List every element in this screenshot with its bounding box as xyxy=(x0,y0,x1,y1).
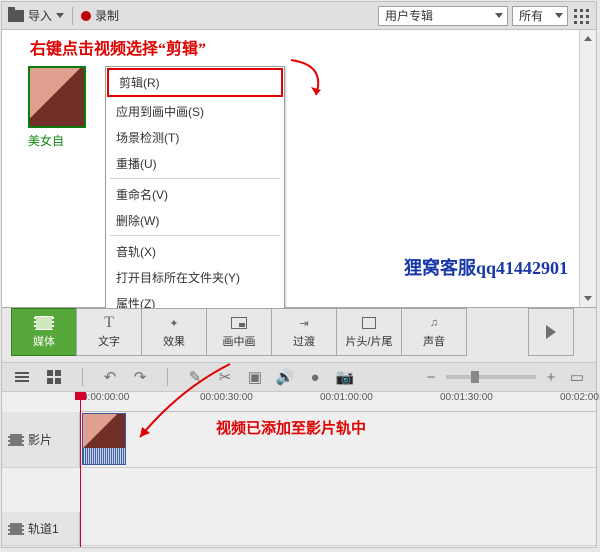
category-tabs: 媒体 T文字 ✦效果 画中画 ⇥过渡 片头/片尾 ♫声音 xyxy=(11,308,466,356)
chevron-down-icon[interactable] xyxy=(56,13,64,18)
annotation-text-1: 右键点击视频选择“剪辑” xyxy=(30,35,206,59)
ctx-pip[interactable]: 应用到画中画(S) xyxy=(106,98,284,124)
record-icon xyxy=(81,11,91,21)
scroll-down-icon[interactable] xyxy=(580,290,596,307)
thumbnail-label: 美女自 xyxy=(28,132,64,149)
ctx-edit[interactable]: 剪辑(R) xyxy=(107,68,283,97)
undo-icon[interactable]: ↶ xyxy=(99,368,121,386)
separator xyxy=(72,7,73,25)
record-label[interactable]: 录制 xyxy=(95,7,119,24)
import-label[interactable]: 导入 xyxy=(28,7,52,24)
record-icon[interactable]: ● xyxy=(304,369,326,386)
film-icon xyxy=(8,434,24,446)
volume-icon[interactable]: 🔊 xyxy=(274,368,296,386)
filter-dropdown-value: 所有 xyxy=(519,7,543,24)
tab-sound[interactable]: ♫声音 xyxy=(401,308,467,356)
playhead[interactable] xyxy=(80,392,81,547)
ctx-audio[interactable]: 音轨(X) xyxy=(106,238,284,264)
time-tick: 0:00:00:00 xyxy=(82,392,129,403)
watermark-text: 狸窝客服qq41442901 xyxy=(404,254,568,280)
grid-view-icon[interactable] xyxy=(572,7,590,25)
top-toolbar: 导入 录制 用户专辑 所有 xyxy=(2,2,596,30)
ctx-open-folder[interactable]: 打开目标所在文件夹(Y) xyxy=(106,264,284,290)
tab-intro[interactable]: 片头/片尾 xyxy=(336,308,402,356)
tab-media[interactable]: 媒体 xyxy=(11,308,77,356)
track-header-video[interactable]: 影片 xyxy=(2,412,80,467)
crop-icon[interactable]: ▣ xyxy=(244,368,266,386)
album-dropdown-value: 用户专辑 xyxy=(385,7,433,24)
tab-transition[interactable]: ⇥过渡 xyxy=(271,308,337,356)
tab-pip[interactable]: 画中画 xyxy=(206,308,272,356)
vertical-scrollbar[interactable] xyxy=(579,30,596,307)
zoom-out-icon[interactable]: − xyxy=(420,369,442,386)
clip-thumbnail xyxy=(83,414,125,448)
album-dropdown[interactable]: 用户专辑 xyxy=(378,6,508,26)
timeline-toolbar: ↶ ↷ ✎ ✂ ▣ 🔊 ● 📷 − + ▭ xyxy=(2,362,596,392)
ctx-delete[interactable]: 删除(W) xyxy=(106,207,284,233)
separator xyxy=(82,368,83,386)
time-tick: 00:02:00:00 xyxy=(560,392,600,403)
clip-waveform xyxy=(83,448,125,464)
track-1[interactable]: 轨道1 xyxy=(2,512,596,546)
ctx-divider xyxy=(110,178,280,179)
ctx-rename[interactable]: 重命名(V) xyxy=(106,181,284,207)
video-clip[interactable] xyxy=(82,413,126,465)
snapshot-icon[interactable]: 📷 xyxy=(334,368,356,386)
ctx-scene[interactable]: 场景检测(T) xyxy=(106,124,284,150)
chevron-down-icon xyxy=(495,13,503,18)
ctx-divider xyxy=(110,235,280,236)
add-to-timeline-button[interactable] xyxy=(528,308,574,356)
tab-text[interactable]: T文字 xyxy=(76,308,142,356)
media-thumbnail[interactable] xyxy=(28,66,86,128)
time-tick: 00:01:00:00 xyxy=(320,392,373,403)
list-view-icon[interactable] xyxy=(10,367,34,387)
film-icon xyxy=(8,523,24,535)
zoom-fit-icon[interactable]: ▭ xyxy=(566,368,588,386)
filter-dropdown[interactable]: 所有 xyxy=(512,6,568,26)
annotation-arrow-1 xyxy=(286,55,346,105)
folder-icon xyxy=(8,10,24,22)
zoom-handle[interactable] xyxy=(471,371,479,383)
zoom-in-icon[interactable]: + xyxy=(540,369,562,386)
track-label: 影片 xyxy=(28,431,52,448)
play-icon xyxy=(546,325,556,339)
time-tick: 00:01:30:00 xyxy=(440,392,493,403)
tab-effects[interactable]: ✦效果 xyxy=(141,308,207,356)
ctx-replay[interactable]: 重播(U) xyxy=(106,150,284,176)
thumbnail-image xyxy=(30,68,84,126)
track-header-1[interactable]: 轨道1 xyxy=(2,512,80,545)
scroll-up-icon[interactable] xyxy=(580,30,596,47)
context-menu: 剪辑(R) 应用到画中画(S) 场景检测(T) 重播(U) 重命名(V) 删除(… xyxy=(105,66,285,317)
chevron-down-icon xyxy=(555,13,563,18)
timeline: 0:00:00:00 00:00:30:00 00:01:00:00 00:01… xyxy=(2,392,596,547)
annotation-text-2: 视频已添加至影片轨中 xyxy=(216,417,366,438)
track-label: 轨道1 xyxy=(28,520,59,537)
storyboard-view-icon[interactable] xyxy=(42,367,66,387)
zoom-slider[interactable] xyxy=(446,375,536,379)
